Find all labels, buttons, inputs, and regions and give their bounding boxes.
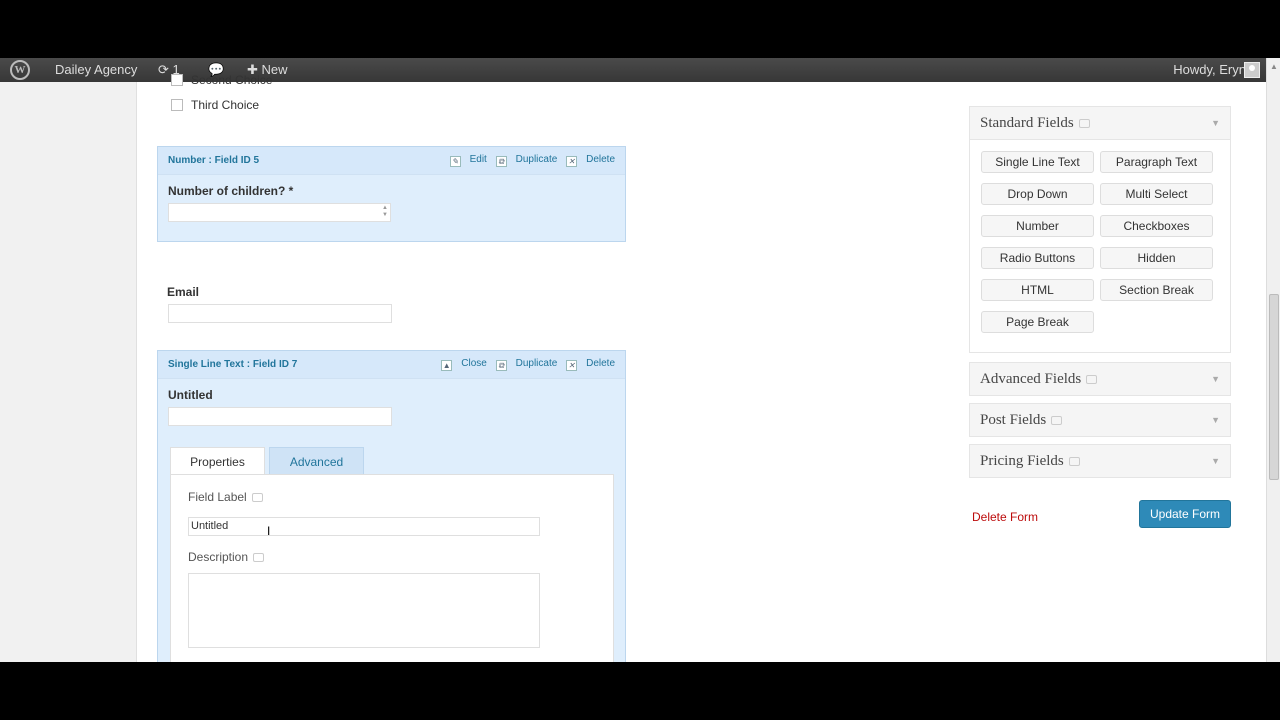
duplicate-icon: ⧉ [495,360,507,371]
tab-properties[interactable]: Properties [170,447,265,475]
panel-header[interactable]: Post Fields ▼ [970,404,1230,436]
scrollbar-thumb[interactable] [1269,294,1279,480]
howdy-link[interactable]: Howdy, Eryn [1173,58,1246,82]
update-form-button[interactable]: Update Form [1139,500,1231,528]
field-header: Single Line Text : Field ID 7 ▲ Close ⧉ Du… [158,351,625,379]
field-label-caption: Field Label [188,490,263,504]
delete-button[interactable]: ✕ Delete [566,358,615,371]
delete-button[interactable]: ✕ Delete [566,154,615,167]
add-drop-down-button[interactable]: Drop Down [981,183,1094,205]
chevron-down-icon[interactable]: ▼ [1211,404,1220,436]
add-checkboxes-button[interactable]: Checkboxes [1100,215,1213,237]
add-radio-buttons-button[interactable]: Radio Buttons [981,247,1094,269]
properties-panel: Field Label Untitled I Description [170,474,614,662]
delete-icon: ✕ [566,360,578,371]
admin-menu [0,82,137,662]
chevron-up-icon: ▲ [441,360,453,371]
site-name-link[interactable]: Dailey Agency [55,58,137,82]
help-icon[interactable] [1086,375,1098,384]
avatar[interactable] [1244,62,1260,78]
advanced-fields-panel[interactable]: Advanced Fields ▼ [969,362,1231,396]
add-multi-select-button[interactable]: Multi Select [1100,183,1213,205]
help-icon[interactable] [253,553,265,562]
text-field-box[interactable]: Single Line Text : Field ID 7 ▲ Close ⧉ Du… [157,350,626,662]
add-page-break-button[interactable]: Page Break [981,311,1094,333]
field-label: Number of children? * [168,184,294,198]
chevron-down-icon[interactable]: ▼ [1211,445,1220,477]
panel-header[interactable]: Pricing Fields ▼ [970,445,1230,477]
description-caption: Description [188,550,265,564]
email-label: Email [167,285,200,299]
add-hidden-button[interactable]: Hidden [1100,247,1213,269]
standard-fields-panel: Standard Fields ▼ Single Line Text Paragr… [969,106,1231,353]
main-content: Second Choice Third Choice Number : Fiel… [137,73,1266,662]
post-fields-panel[interactable]: Post Fields ▼ [969,403,1231,437]
screen: W Dailey Agency ⟳ 1 💬 ✚ New Howdy, Eryn … [0,58,1280,662]
add-section-break-button[interactable]: Section Break [1100,279,1213,301]
choice-label: Second Choice [191,73,273,87]
panel-header[interactable]: Advanced Fields ▼ [970,363,1230,395]
choice-label: Third Choice [191,98,260,112]
help-icon[interactable] [1068,457,1080,466]
duplicate-button[interactable]: ⧉ Duplicate [495,154,557,167]
choice-second[interactable]: Second Choice [171,73,272,87]
email-input[interactable] [168,304,392,323]
help-icon[interactable] [1051,416,1063,425]
edit-icon: ✎ [449,156,461,167]
checkbox[interactable] [171,74,183,86]
text-input[interactable] [168,407,392,426]
refresh-icon: ⟳ [158,62,169,77]
pricing-fields-panel[interactable]: Pricing Fields ▼ [969,444,1231,478]
help-icon[interactable] [1078,119,1090,128]
tab-advanced[interactable]: Advanced [269,447,364,475]
panel-body: Single Line Text Paragraph Text Drop Dow… [970,139,1230,352]
add-single-line-text-button[interactable]: Single Line Text [981,151,1094,173]
close-button[interactable]: ▲ Close [441,358,487,371]
field-title: Number : Field ID 5 [168,155,260,166]
field-title: Single Line Text : Field ID 7 [168,359,298,370]
duplicate-button[interactable]: ⧉ Duplicate [495,358,557,371]
help-icon[interactable] [251,493,263,502]
add-html-button[interactable]: HTML [981,279,1094,301]
chevron-down-icon[interactable]: ▼ [1211,107,1220,139]
spinner-icon[interactable]: ▲ ▼ [382,205,388,219]
choice-third[interactable]: Third Choice [171,98,259,112]
add-number-button[interactable]: Number [981,215,1094,237]
duplicate-icon: ⧉ [495,156,507,167]
scroll-up-icon[interactable]: ▲ [1270,62,1278,71]
checkbox[interactable] [171,99,183,111]
wordpress-icon[interactable]: W [10,58,32,82]
chevron-down-icon[interactable]: ▼ [1211,363,1220,395]
field-header: Number : Field ID 5 ✎ Edit ⧉ Duplicate ✕ De… [158,147,625,175]
field-label: Untitled [168,388,213,402]
edit-button[interactable]: ✎ Edit [449,154,487,167]
add-paragraph-text-button[interactable]: Paragraph Text [1100,151,1213,173]
number-input[interactable]: ▲ ▼ [168,203,391,222]
text-cursor-icon: I [267,524,271,538]
number-field-box[interactable]: Number : Field ID 5 ✎ Edit ⧉ Duplicate ✕ De… [157,146,626,242]
delete-icon: ✕ [566,156,578,167]
panel-header[interactable]: Standard Fields ▼ [970,107,1230,139]
field-label-input[interactable]: Untitled I [188,517,540,538]
scrollbar[interactable]: ▲ [1266,58,1280,662]
description-textarea[interactable] [188,573,540,648]
delete-form-link[interactable]: Delete Form [972,510,1038,524]
